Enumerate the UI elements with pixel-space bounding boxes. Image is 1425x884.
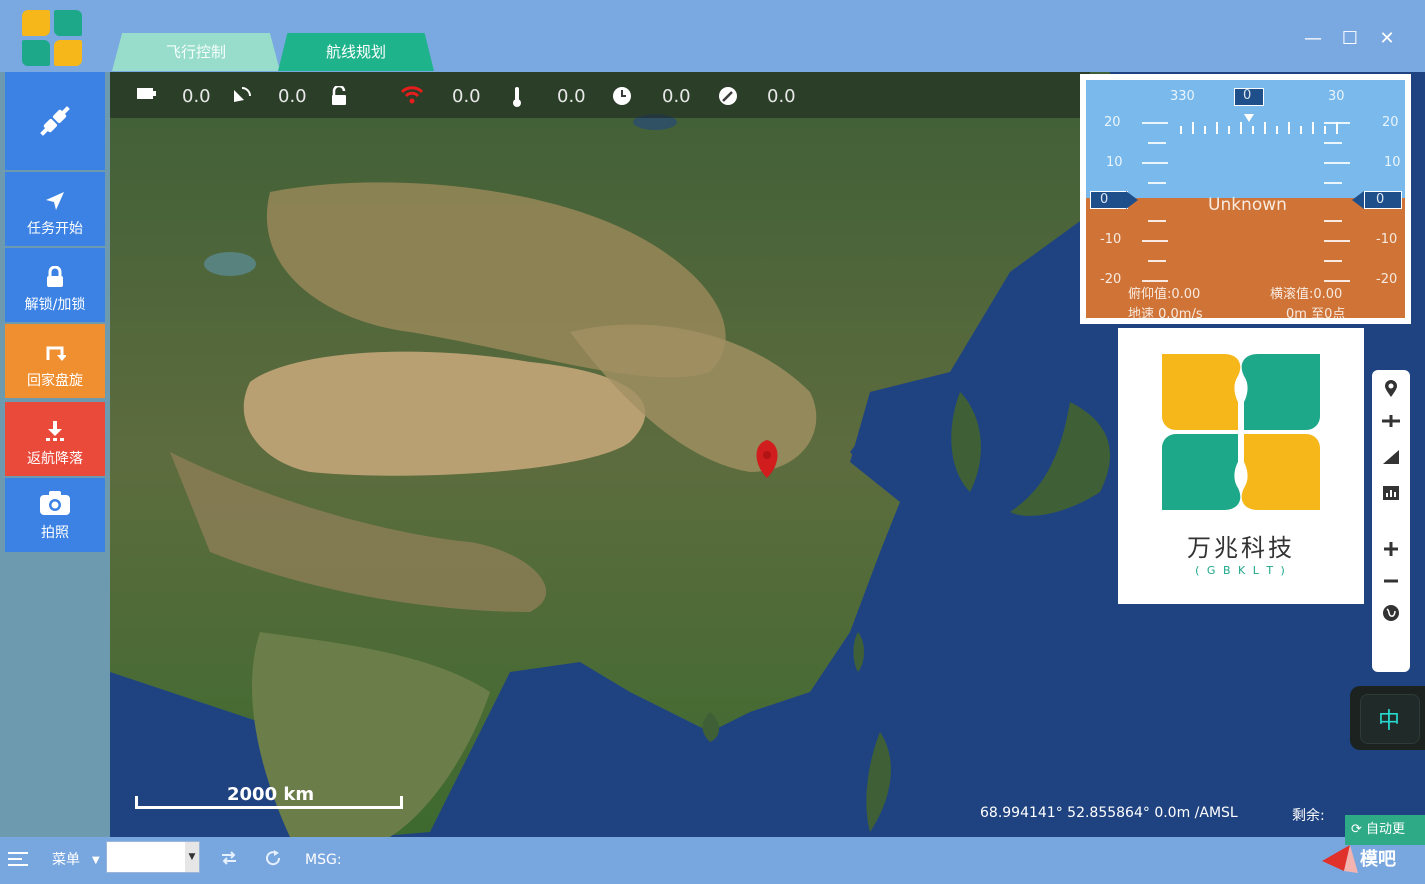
lock-icon	[47, 266, 63, 287]
ime-label: 中	[1378, 709, 1401, 734]
heading-tape	[1180, 114, 1338, 134]
chart-tool-icon[interactable]	[1372, 478, 1410, 508]
zoom-in-icon[interactable]	[1372, 534, 1410, 564]
satellite-icon	[234, 87, 251, 102]
roll-right-label: 0	[1376, 192, 1385, 207]
connect-button[interactable]	[5, 72, 105, 170]
photo-button[interactable]: 拍照	[5, 478, 105, 552]
arm-disarm-button[interactable]: 解锁/加锁	[5, 248, 105, 322]
temperature-value: 0.0	[557, 86, 586, 107]
sidebar-item-label: 解锁/加锁	[24, 297, 86, 313]
swap-icon[interactable]	[220, 849, 238, 867]
chevron-down-icon: ▼	[185, 842, 199, 872]
maximize-button[interactable]: ☐	[1337, 26, 1363, 52]
speed-value: 0.0	[767, 86, 796, 107]
battery-icon	[137, 88, 156, 99]
msg-label: MSG:	[305, 852, 342, 868]
ground-speed: 地速 0.0m/s	[1128, 307, 1203, 318]
zoom-out-icon[interactable]	[1372, 566, 1410, 596]
attitude-indicator: 330 0 30 20 10 -10 -20 20 10 -10 -20 0 0…	[1080, 74, 1411, 324]
waypoint-tool-icon[interactable]	[1372, 374, 1410, 404]
sidebar-item-label: 拍照	[41, 525, 69, 541]
menu-button[interactable]: 菜单	[52, 837, 80, 884]
scale-label: 2000 km	[227, 784, 315, 805]
pitch-label: -20	[1376, 272, 1398, 287]
brand-logo	[1162, 354, 1320, 510]
port-select[interactable]: ▼	[106, 841, 200, 873]
brand-name: 万兆科技	[1187, 534, 1295, 562]
pitch-label: -10	[1100, 232, 1122, 247]
pitch-label: 10	[1384, 155, 1401, 170]
thermometer-icon	[513, 87, 521, 107]
telemetry-strip: 0.0 0.0 0.0 0.0 0.0 0.0	[110, 72, 1090, 118]
measure-tool-icon[interactable]	[1372, 442, 1410, 472]
camera-icon	[40, 491, 70, 515]
sync-icon: ⟳	[1351, 822, 1367, 837]
remaining-label: 剩余:	[1292, 808, 1325, 824]
pitch-label: 20	[1104, 115, 1121, 130]
sidebar: 任务开始 解锁/加锁 回家盘旋 返航降落 拍照	[0, 72, 110, 837]
time-value: 0.0	[662, 86, 691, 107]
sidebar-item-label: 返航降落	[27, 451, 83, 467]
ime-indicator[interactable]: 中	[1350, 686, 1425, 750]
brand-card: 万兆科技 ( G B K L T )	[1118, 328, 1364, 604]
battery-value: 0.0	[182, 86, 211, 107]
bottom-bar: 菜单 ▼ ▼ MSG: ⟳ 自动更 模吧	[0, 815, 1425, 884]
roll-right-marker	[1352, 191, 1364, 209]
pitch-label: -10	[1376, 232, 1398, 247]
title-bar: 飞行控制 航线规划 — ☐ ✕	[0, 0, 1425, 72]
globe-icon[interactable]	[1372, 598, 1410, 628]
return-loiter-button[interactable]: 回家盘旋	[5, 324, 105, 398]
satellite-value: 0.0	[278, 86, 307, 107]
watermark-text: 模吧	[1360, 849, 1396, 870]
clock-icon	[613, 87, 631, 105]
watermark-logo: 模吧	[1320, 841, 1420, 881]
pitch-label: -20	[1100, 272, 1122, 287]
map-scale: 2000 km	[135, 784, 403, 809]
close-button[interactable]: ✕	[1374, 26, 1400, 52]
refresh-icon[interactable]	[264, 849, 282, 867]
distance-to-home: 0m 至0点	[1286, 307, 1346, 318]
sidebar-item-label: 回家盘旋	[27, 373, 83, 389]
hamburger-icon[interactable]	[8, 851, 28, 867]
roll-value: 横滚值:0.00	[1270, 287, 1343, 302]
map-toolbar	[1372, 370, 1410, 672]
sidebar-item-label: 任务开始	[27, 221, 83, 237]
plug-icon	[40, 106, 70, 136]
aircraft-tool-icon[interactable]	[1372, 406, 1410, 436]
cursor-coordinates: 68.994141° 52.855864° 0.0m /AMSL	[980, 805, 1238, 821]
roll-left-label: 0	[1100, 192, 1109, 207]
heading-right-label: 30	[1328, 89, 1345, 104]
navigation-arrow-icon	[46, 192, 64, 210]
rocket-icon	[1322, 845, 1358, 873]
brand-subtitle: ( G B K L T )	[1195, 564, 1287, 577]
signal-value: 0.0	[452, 86, 481, 107]
auto-update-label: 自动更	[1366, 822, 1406, 837]
roll-left-marker	[1126, 191, 1138, 209]
pitch-value: 俯仰值:0.00	[1128, 287, 1201, 302]
flight-mode: Unknown	[1208, 195, 1287, 215]
unlock-icon	[332, 86, 346, 105]
pitch-label: 10	[1106, 155, 1123, 170]
mission-start-button[interactable]: 任务开始	[5, 172, 105, 246]
download-icon	[46, 421, 64, 441]
return-land-button[interactable]: 返航降落	[5, 402, 105, 476]
speedometer-icon	[719, 87, 737, 105]
tab-flight-control[interactable]: 飞行控制	[112, 33, 280, 71]
minimize-button[interactable]: —	[1300, 26, 1326, 52]
heading-left-label: 330	[1170, 89, 1195, 104]
heading-center-label: 0	[1243, 88, 1252, 103]
menu-dropdown-icon[interactable]: ▼	[92, 837, 100, 884]
tab-route-planning[interactable]: 航线规划	[278, 33, 434, 71]
app-logo	[22, 10, 84, 68]
pitch-label: 20	[1382, 115, 1399, 130]
signal-icon	[400, 86, 424, 104]
return-icon	[46, 346, 66, 361]
